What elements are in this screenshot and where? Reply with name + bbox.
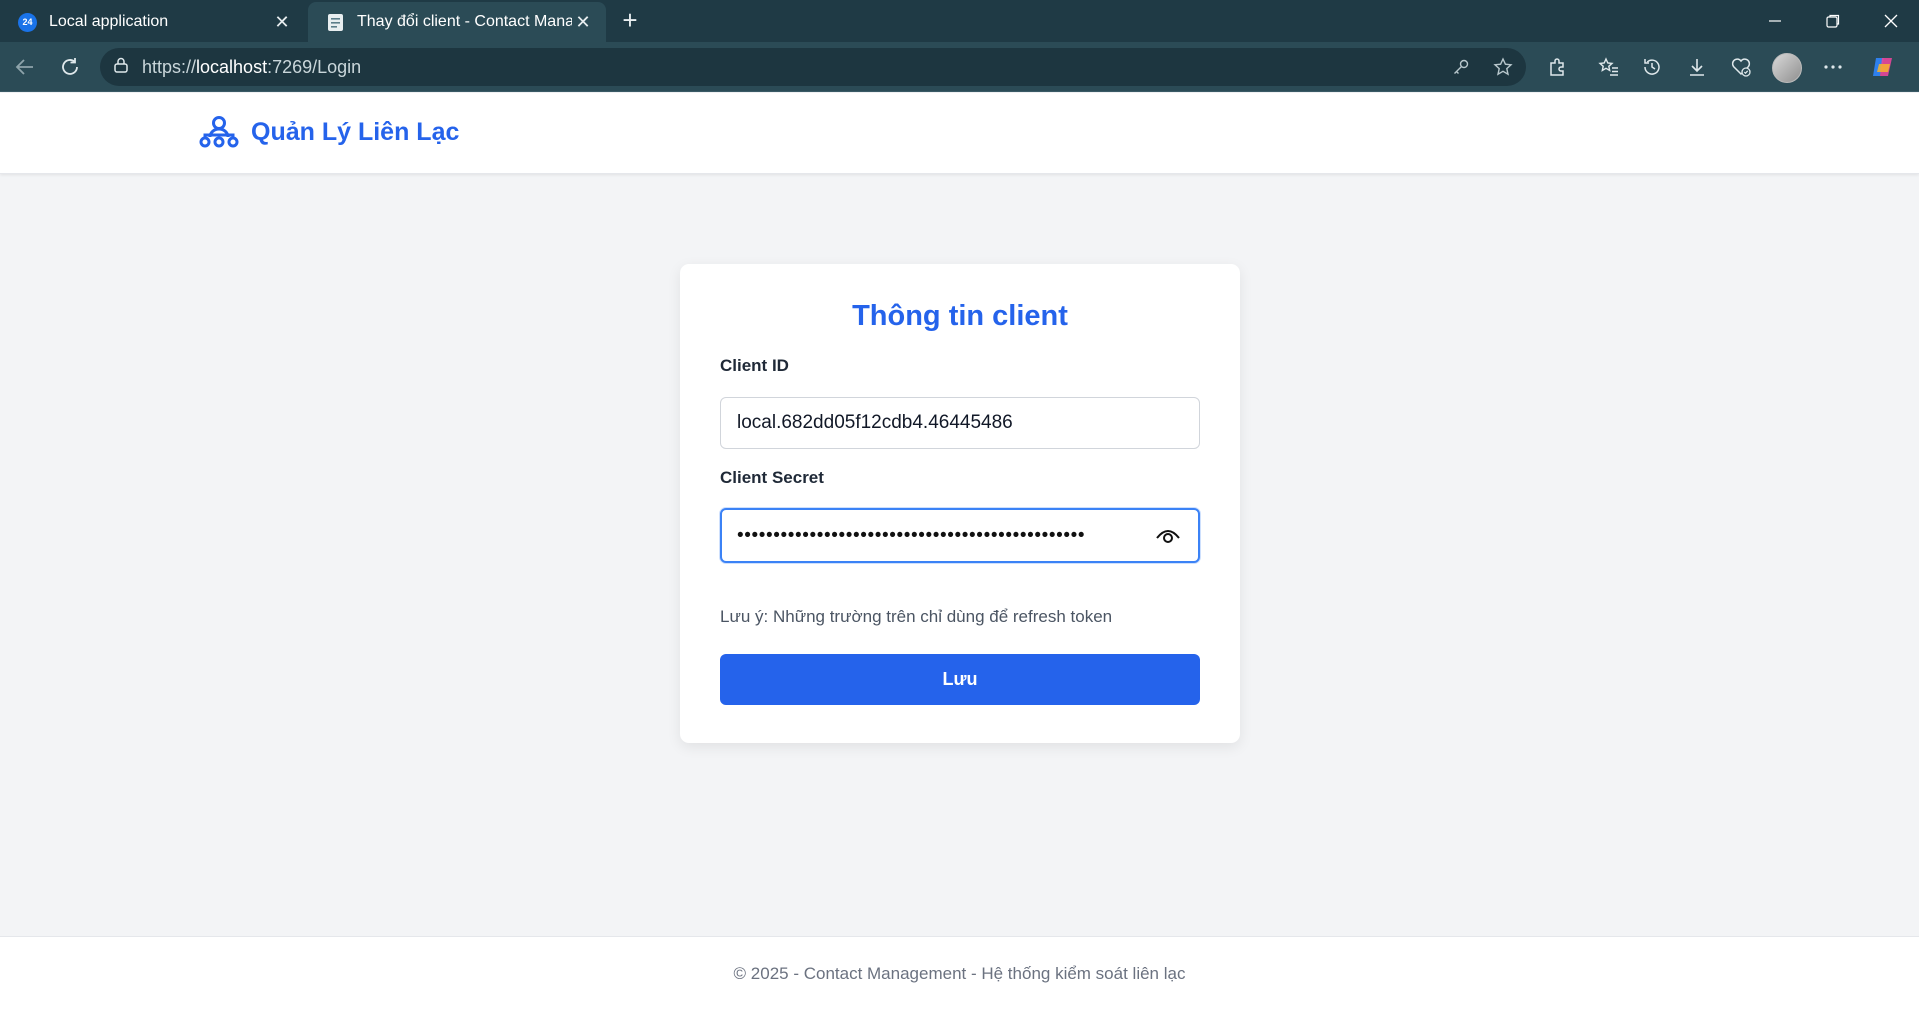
browser-tab-contact-management[interactable]: Thay đổi client - Contact Management ✕ <box>308 2 606 42</box>
browser-essentials-icon[interactable] <box>1726 52 1756 82</box>
client-secret-label: Client Secret <box>720 468 824 487</box>
favorite-star-icon[interactable] <box>1488 52 1518 82</box>
show-password-eye-icon[interactable] <box>1153 521 1183 551</box>
address-bar[interactable]: https://localhost:7269/Login <box>100 48 1526 86</box>
document-icon <box>326 13 345 32</box>
card-title: Thông tin client <box>852 300 1068 332</box>
download-icon[interactable] <box>1682 52 1712 82</box>
extensions-icon[interactable] <box>1542 52 1572 82</box>
client-info-card: Thông tin client Client ID local.682dd05… <box>680 264 1240 743</box>
page-body: Quản Lý Liên Lạc Thông tin client Client… <box>0 93 1919 1018</box>
app-24-icon: 24 <box>18 12 37 32</box>
close-window-icon[interactable] <box>1863 0 1919 42</box>
lock-icon[interactable] <box>112 56 130 79</box>
copilot-icon[interactable] <box>1868 52 1898 82</box>
client-id-value: local.682dd05f12cdb4.46445486 <box>737 412 1013 433</box>
tab-title: Thay đổi client - Contact Management <box>357 13 572 30</box>
client-secret-value: ••••••••••••••••••••••••••••••••••••••••… <box>737 524 1086 546</box>
client-secret-input[interactable]: ••••••••••••••••••••••••••••••••••••••••… <box>720 508 1200 563</box>
more-options-icon[interactable] <box>1818 52 1848 82</box>
contacts-icon <box>199 116 239 148</box>
favorites-icon[interactable] <box>1594 52 1624 82</box>
page-footer: © 2025 - Contact Management - Hệ thống k… <box>0 936 1919 1018</box>
note-text: Lưu ý: Những trường trên chỉ dùng để ref… <box>720 607 1113 626</box>
save-button[interactable]: Lưu <box>720 654 1200 705</box>
reload-icon[interactable] <box>55 52 85 82</box>
browser-tab-strip: 24 Local application ✕ Thay đổi client -… <box>0 0 1919 42</box>
footer-text: © 2025 - Contact Management - Hệ thống k… <box>733 964 1186 983</box>
browser-toolbar: https://localhost:7269/Login <box>0 42 1919 92</box>
client-id-input[interactable]: local.682dd05f12cdb4.46445486 <box>720 397 1200 449</box>
history-icon[interactable] <box>1637 52 1667 82</box>
brand-name: Quản Lý Liên Lạc <box>251 117 460 146</box>
key-icon[interactable] <box>1446 52 1476 82</box>
browser-tab-local-application[interactable]: 24 Local application ✕ <box>0 2 305 42</box>
app-navbar: Quản Lý Liên Lạc <box>0 93 1919 174</box>
new-tab-icon[interactable]: + <box>616 5 644 35</box>
close-tab-icon[interactable]: ✕ <box>271 11 293 33</box>
restore-icon[interactable] <box>1805 0 1861 42</box>
client-id-label: Client ID <box>720 356 789 375</box>
minimize-icon[interactable] <box>1747 0 1803 42</box>
close-tab-icon[interactable]: ✕ <box>572 11 594 33</box>
back-icon[interactable] <box>10 52 40 82</box>
profile-avatar[interactable] <box>1772 53 1802 83</box>
brand-link[interactable]: Quản Lý Liên Lạc <box>199 115 459 149</box>
url-text: https://localhost:7269/Login <box>142 56 362 77</box>
tab-title: Local application <box>49 13 169 30</box>
